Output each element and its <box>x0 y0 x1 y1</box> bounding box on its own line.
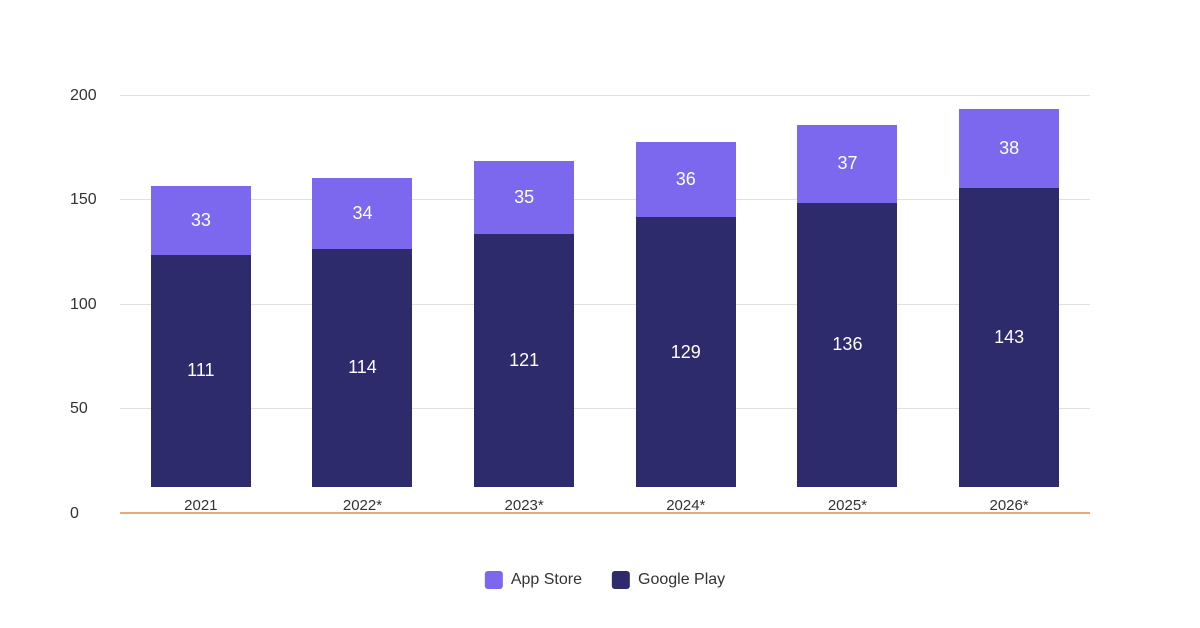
bar-group: 136372025* <box>797 125 897 514</box>
y-axis-label: 50 <box>70 400 88 418</box>
bar-segment-app-store: 34 <box>312 178 412 249</box>
bar-stack: 13637 <box>797 125 897 487</box>
y-axis-label: 200 <box>70 87 97 105</box>
y-axis-label: 0 <box>70 505 79 523</box>
bar-stack: 11133 <box>151 186 251 487</box>
bar-group: 129362024* <box>636 142 736 514</box>
bar-stack: 11434 <box>312 178 412 487</box>
bar-segment-google-play: 111 <box>151 255 251 487</box>
y-axis-label: 100 <box>70 296 97 314</box>
bar-segment-app-store: 38 <box>959 109 1059 188</box>
bar-segment-app-store: 37 <box>797 125 897 202</box>
legend-item-app-store: App Store <box>485 571 582 589</box>
bar-segment-google-play: 136 <box>797 203 897 487</box>
y-axis-label: 150 <box>70 191 97 209</box>
bar-group: 143382026* <box>959 109 1059 514</box>
bar-segment-google-play: 121 <box>474 234 574 487</box>
bar-segment-app-store: 35 <box>474 161 574 234</box>
bar-segment-google-play: 129 <box>636 217 736 487</box>
legend-item-google-play: Google Play <box>612 571 725 589</box>
bar-group: 111332021 <box>151 186 251 514</box>
bar-segment-app-store: 36 <box>636 142 736 217</box>
bar-segment-google-play: 143 <box>959 188 1059 487</box>
x-axis-line <box>120 512 1090 514</box>
bars-area: 111332021114342022*121352023*129362024*1… <box>120 54 1090 514</box>
bar-segment-google-play: 114 <box>312 249 412 487</box>
legend-label-app-store: App Store <box>511 571 582 589</box>
legend-color-app-store <box>485 571 503 589</box>
bar-group: 114342022* <box>312 178 412 514</box>
chart-legend: App Store Google Play <box>485 571 725 589</box>
bar-stack: 14338 <box>959 109 1059 487</box>
chart-container: 0 50 100 150 200 111332021 114342022* 12135202… <box>50 24 1150 604</box>
legend-label-google-play: Google Play <box>638 571 725 589</box>
bar-segment-app-store: 33 <box>151 186 251 255</box>
bar-stack: 12135 <box>474 161 574 487</box>
legend-color-google-play <box>612 571 630 589</box>
bar-stack: 12936 <box>636 142 736 487</box>
bar-group: 121352023* <box>474 161 574 514</box>
chart-area: 050100150200 111332021114342022*12135202… <box>120 54 1090 514</box>
